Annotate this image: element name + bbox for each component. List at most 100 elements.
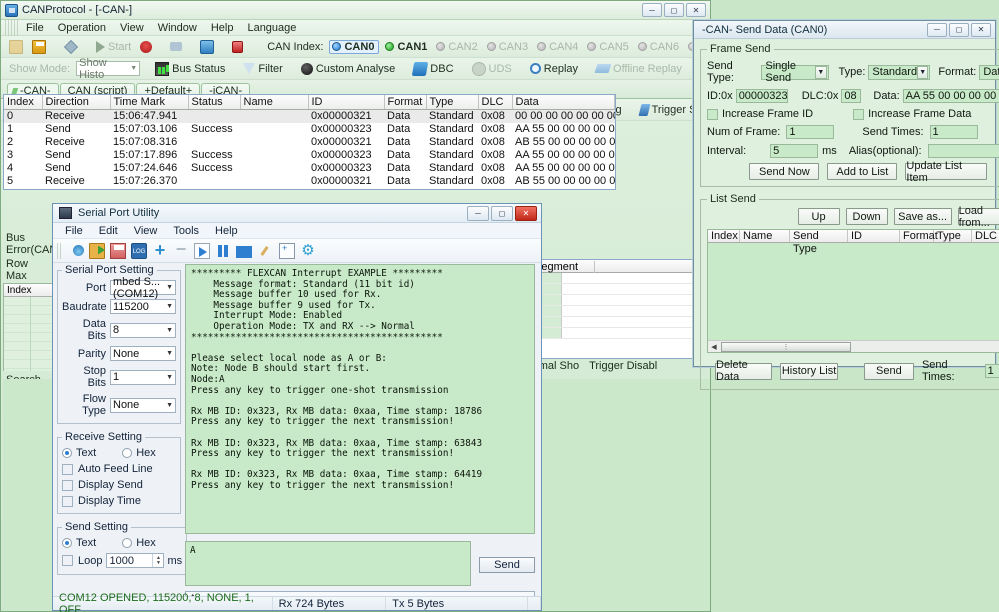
can-channel-can0[interactable]: CAN0	[329, 39, 380, 54]
port-select[interactable]: mbed S...(COM12) ▼	[110, 276, 176, 300]
serial-port-window-buttons[interactable]: ─ ◻ ✕	[467, 205, 541, 221]
clear-button[interactable]	[229, 40, 246, 54]
serial-port-toolbar[interactable]: LOG + − ⚙	[53, 239, 541, 263]
can-channel-can5[interactable]: CAN5	[584, 40, 631, 54]
clear-icon[interactable]	[260, 245, 269, 256]
start-button[interactable]: Start	[93, 40, 134, 54]
interval-field[interactable]: 5	[770, 144, 819, 158]
col-dlc[interactable]: DLC	[478, 95, 513, 110]
display-time-checkbox[interactable]	[62, 495, 73, 507]
col-status[interactable]: Status	[188, 95, 241, 110]
send-text-radio[interactable]	[62, 538, 72, 548]
ls-col-index[interactable]: Index	[708, 230, 740, 242]
minimize-icon[interactable]: ─	[467, 205, 489, 221]
send-data-window-buttons[interactable]: ─ ◻ ✕	[927, 22, 995, 37]
down-button[interactable]: Down	[845, 208, 888, 225]
baudrate-select[interactable]: 115200 ▼	[110, 299, 176, 314]
up-button[interactable]: Up	[797, 208, 840, 225]
col-data[interactable]: Data	[512, 95, 615, 110]
type-select[interactable]: Standard ▼	[868, 64, 931, 80]
delete-data-button[interactable]: Delete Data	[715, 359, 773, 383]
loop-interval-stepper[interactable]: 1000 ▲ ▼	[106, 553, 165, 568]
bus-status-button[interactable]: Bus Status	[152, 61, 228, 77]
remove-icon[interactable]: −	[173, 240, 189, 259]
list-send-grid[interactable]: Index Name Send Type ID Format Type DLC …	[707, 229, 999, 353]
terminal-output[interactable]: ********* FLEXCAN Interrupt EXAMPLE ****…	[185, 264, 535, 534]
chevron-down-icon[interactable]: ▼	[917, 65, 929, 79]
custom-analyse-button[interactable]: Custom Analyse	[298, 62, 398, 76]
update-list-item-button[interactable]: Update List Item	[905, 160, 988, 184]
send-hex-radio[interactable]	[122, 538, 133, 548]
menu-operation[interactable]: Operation	[51, 21, 113, 35]
data-field[interactable]: AA 55 00 00 00 00 00 01	[902, 89, 999, 103]
id-field[interactable]: 00000323	[735, 89, 788, 103]
table-row[interactable]: 4 Send 15:07:24.646 Success 0x00000323 D…	[4, 162, 615, 175]
segment-panel[interactable]: Segment	[529, 259, 711, 359]
col-time-mark[interactable]: Time Mark	[110, 95, 189, 110]
can-message-grid[interactable]: Index Direction Time Mark Status Name ID…	[3, 94, 616, 190]
log-icon[interactable]: LOG	[131, 242, 147, 259]
new-window-icon[interactable]	[279, 242, 295, 259]
send-type-select[interactable]: Single Send ▼	[761, 60, 829, 84]
main-toolbar-2[interactable]: Show Mode: Show Histo ▼ Bus Status Filter…	[1, 57, 768, 81]
loop-checkbox[interactable]	[62, 555, 73, 566]
open-button[interactable]	[6, 39, 26, 55]
menu-language[interactable]: Language	[240, 21, 303, 35]
spu-menu-file[interactable]: File	[57, 224, 91, 238]
list-send-hscrollbar[interactable]: ◀ ⋮ ▶	[708, 340, 999, 352]
parity-select[interactable]: None ▼	[110, 346, 176, 361]
col-type[interactable]: Type	[426, 95, 479, 110]
offline-replay-button[interactable]: Offline Replay	[593, 62, 685, 76]
about-icon[interactable]	[73, 245, 84, 256]
can-channel-can2[interactable]: CAN2	[433, 40, 480, 54]
ls-col-send-type[interactable]: Send Type	[790, 230, 848, 255]
table-row[interactable]: 0 Receive 15:06:47.941 0x00000321 Data S…	[4, 109, 615, 123]
filter-button[interactable]: Filter	[240, 62, 285, 76]
can-channel-can4[interactable]: CAN4	[534, 40, 581, 54]
scroll-left-icon[interactable]: ◀	[708, 343, 720, 351]
increase-frame-data-checkbox[interactable]	[853, 108, 865, 120]
format-select[interactable]: Data ▼	[979, 64, 999, 80]
spu-menu-edit[interactable]: Edit	[91, 224, 126, 238]
receive-text-radio[interactable]	[62, 448, 72, 458]
table-row[interactable]: 6 Receive 15:07:31.438 0x00000321 Data S…	[4, 188, 615, 189]
history-list-button[interactable]: History List	[780, 362, 838, 380]
tag-button[interactable]	[61, 39, 81, 55]
stop-icon[interactable]	[236, 245, 252, 258]
maximize-icon[interactable]: ◻	[491, 205, 513, 221]
maximize-icon[interactable]: ◻	[664, 3, 684, 17]
receive-hex-radio[interactable]	[122, 448, 133, 458]
minimize-icon[interactable]: ─	[642, 3, 662, 17]
alias-field[interactable]	[927, 144, 999, 158]
col-direction[interactable]: Direction	[42, 95, 111, 110]
stepper-arrows-icon[interactable]: ▲ ▼	[152, 554, 163, 567]
open-file-icon[interactable]	[89, 242, 105, 259]
replay-button[interactable]: Replay	[527, 62, 581, 76]
table-row[interactable]: 3 Send 15:07:17.896 Success 0x00000323 D…	[4, 149, 615, 162]
close-icon[interactable]: ✕	[686, 3, 706, 17]
col-name[interactable]: Name	[240, 95, 309, 110]
maximize-icon[interactable]: ◻	[949, 22, 969, 37]
ls-col-format[interactable]: Format	[900, 230, 938, 242]
uds-button[interactable]: UDS	[469, 61, 515, 77]
send-input[interactable]: A	[185, 541, 471, 586]
display-send-checkbox[interactable]	[62, 479, 73, 491]
save-file-icon[interactable]	[110, 242, 126, 259]
spu-menu-view[interactable]: View	[126, 224, 166, 238]
close-icon[interactable]: ✕	[515, 205, 537, 221]
chain-button[interactable]	[167, 41, 185, 52]
flow-type-select[interactable]: None ▼	[110, 397, 176, 413]
list-send-button[interactable]: Send	[863, 362, 914, 380]
chevron-down-icon[interactable]: ▼	[815, 65, 827, 79]
auto-feed-line-checkbox[interactable]	[62, 463, 73, 475]
ls-col-id[interactable]: ID	[848, 230, 900, 242]
can-channel-can1[interactable]: CAN1	[382, 40, 430, 54]
add-icon[interactable]: +	[152, 241, 168, 259]
minimize-icon[interactable]: ─	[927, 22, 947, 37]
menu-file[interactable]: File	[19, 21, 51, 35]
load-from-button[interactable]: Load from...	[957, 205, 999, 229]
col-format[interactable]: Format	[384, 95, 427, 110]
save-as-button[interactable]: Save as...	[893, 208, 952, 225]
stop-bits-select[interactable]: 1 ▼	[110, 369, 176, 385]
spu-menu-tools[interactable]: Tools	[165, 224, 207, 238]
